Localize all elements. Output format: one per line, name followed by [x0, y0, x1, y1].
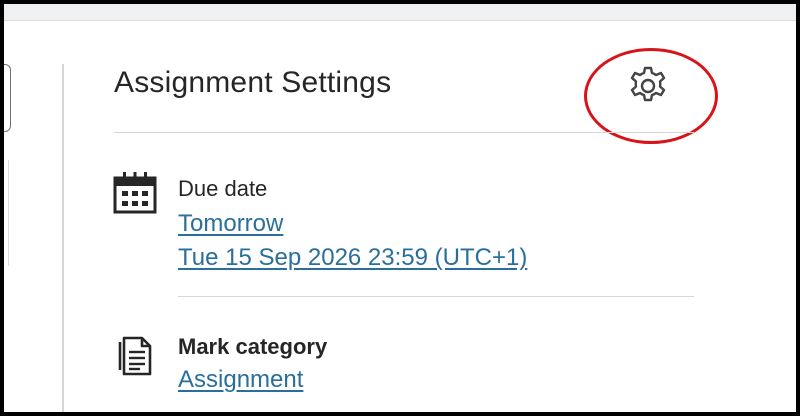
- document-icon: [116, 332, 154, 376]
- mark-category-label: Mark category: [178, 334, 328, 359]
- app-frame: Assignment Settings Due date Tomorrow Tu…: [0, 0, 800, 416]
- top-strip: [4, 4, 796, 21]
- left-panel-tab[interactable]: [4, 64, 11, 132]
- gear-icon[interactable]: [624, 62, 672, 110]
- section-divider: [178, 296, 694, 297]
- page-title: Assignment Settings: [114, 66, 392, 99]
- panel-divider: [62, 64, 64, 412]
- mark-category-link[interactable]: Assignment: [178, 366, 303, 394]
- due-date-label: Due date: [178, 176, 268, 201]
- left-panel-edge: [4, 160, 9, 266]
- due-date-relative-link[interactable]: Tomorrow: [178, 210, 283, 238]
- calendar-icon: [112, 170, 158, 216]
- due-date-datetime-link[interactable]: Tue 15 Sep 2026 23:59 (UTC+1): [178, 244, 527, 272]
- title-divider: [114, 132, 694, 133]
